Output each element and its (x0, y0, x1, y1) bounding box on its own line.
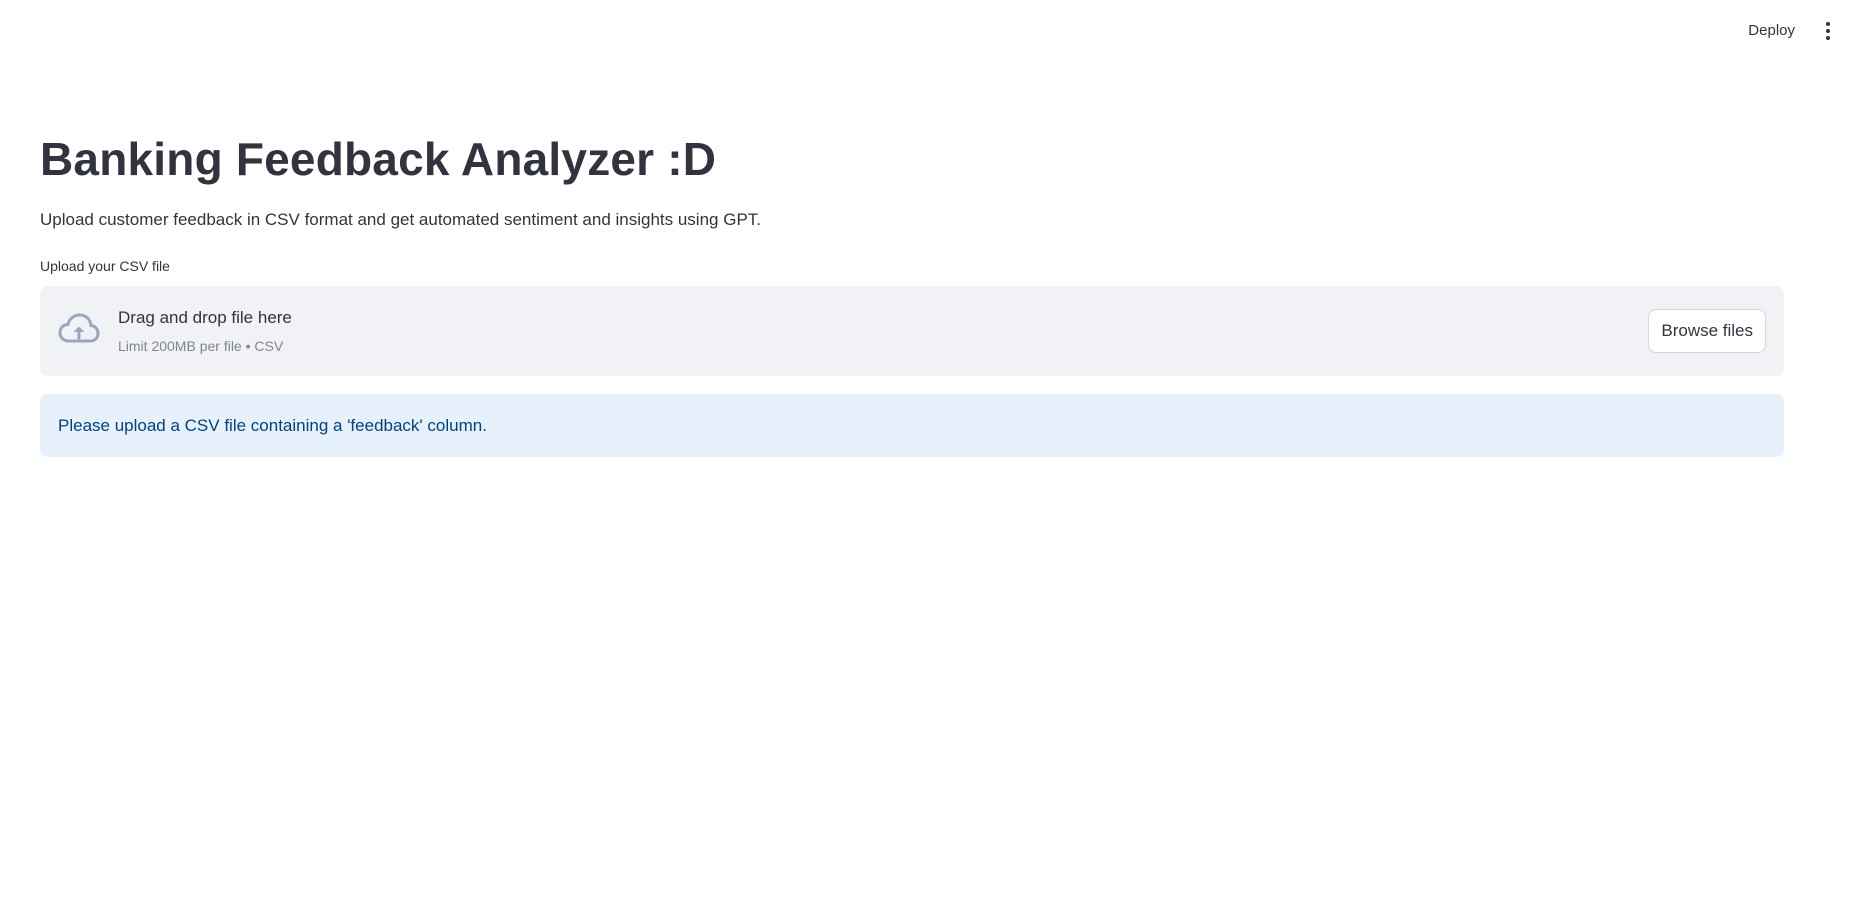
dropzone-title: Drag and drop file here (118, 308, 292, 327)
vertical-ellipsis-icon (1826, 22, 1830, 26)
file-dropzone[interactable]: Drag and drop file here Limit 200MB per … (40, 286, 1784, 376)
vertical-ellipsis-icon-dot (1826, 29, 1830, 33)
main-menu-button[interactable] (1817, 18, 1839, 44)
deploy-button[interactable]: Deploy (1742, 18, 1801, 43)
info-alert-message: Please upload a CSV file containing a 'f… (58, 415, 487, 435)
file-uploader-label: Upload your CSV file (40, 258, 170, 274)
dropzone-limit-text: Limit 200MB per file • CSV (118, 338, 284, 354)
browse-files-button[interactable]: Browse files (1648, 309, 1766, 353)
top-toolbar: Deploy (0, 0, 1851, 60)
cloud-upload-icon (58, 313, 100, 343)
vertical-ellipsis-icon-dot (1826, 36, 1830, 40)
page-description: Upload customer feedback in CSV format a… (40, 210, 762, 229)
page-title: Banking Feedback Analyzer :D (40, 133, 717, 185)
info-alert: Please upload a CSV file containing a 'f… (40, 394, 1784, 457)
